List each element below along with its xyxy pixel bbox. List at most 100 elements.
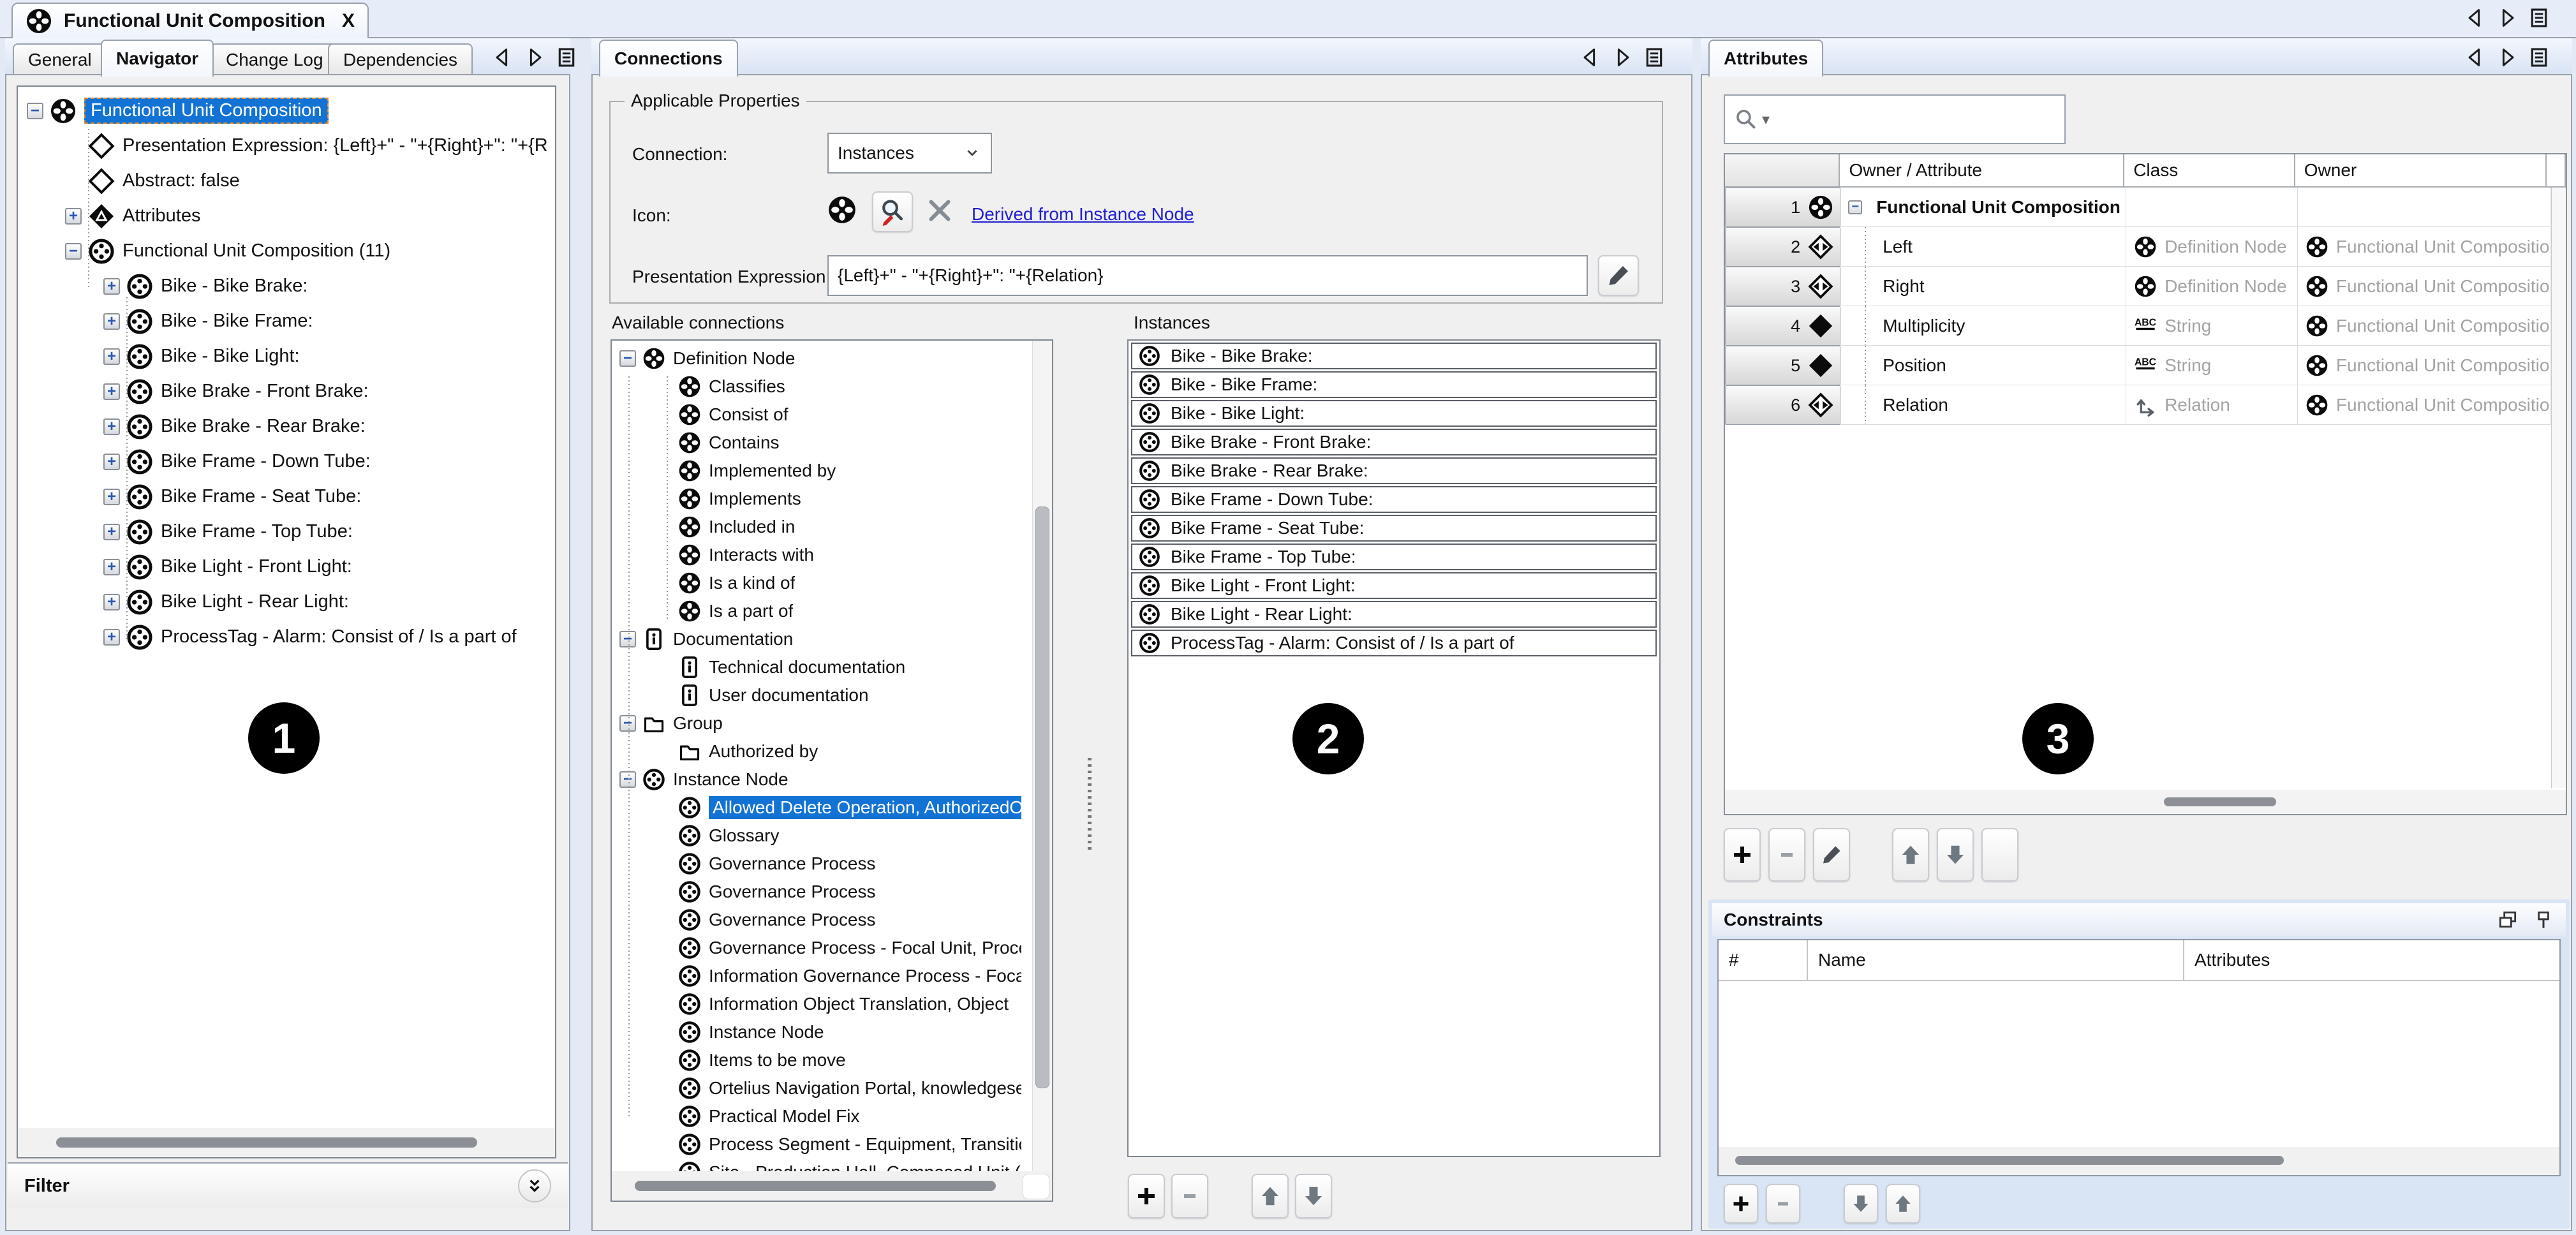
- row-header[interactable]: 2: [1725, 227, 1840, 267]
- tree-expander-plus-icon[interactable]: +: [103, 348, 120, 365]
- tab-list-icon[interactable]: [2528, 6, 2550, 29]
- constraint-move-up-button[interactable]: [1886, 1184, 1920, 1224]
- column-header-owner[interactable]: Owner: [2295, 154, 2547, 188]
- tree-expander-minus-icon[interactable]: −: [27, 103, 43, 119]
- lists-splitter[interactable]: [1088, 758, 1092, 854]
- tree-expander-plus-icon[interactable]: +: [65, 208, 82, 225]
- tree-item[interactable]: Process Segment - Equipment, Transition: [612, 1130, 1021, 1158]
- tree-item[interactable]: Presentation Expression: {Left}+" - "+{R…: [18, 128, 555, 163]
- column-header-attributes[interactable]: Attributes: [2184, 940, 2559, 980]
- tree-expander-plus-icon[interactable]: +: [103, 383, 120, 400]
- tree-item[interactable]: +ProcessTag - Alarm: Consist of / Is a p…: [18, 619, 555, 654]
- pin-icon[interactable]: [2533, 909, 2554, 931]
- cell-owner[interactable]: Functional Unit Composition: [2298, 227, 2550, 267]
- filter-expand-button[interactable]: [518, 1169, 551, 1202]
- derived-from-instance-node-link[interactable]: Derived from Instance Node: [972, 204, 1194, 225]
- row-header[interactable]: 3: [1725, 267, 1840, 306]
- tree-expander-minus-icon[interactable]: −: [65, 243, 82, 260]
- tree-item[interactable]: +Bike Brake - Front Brake:: [18, 374, 555, 409]
- column-header-name[interactable]: Name: [1808, 940, 2184, 980]
- icon-clear-icon[interactable]: [924, 195, 955, 226]
- cell-owner[interactable]: Functional Unit Composition: [2298, 385, 2550, 425]
- instance-row[interactable]: Bike Light - Front Light:: [1131, 572, 1657, 599]
- cell-owner-attribute[interactable]: Multiplicity: [1840, 306, 2126, 346]
- restore-icon[interactable]: [2497, 909, 2519, 931]
- tree-item[interactable]: Information Governance Process - Focal U: [612, 962, 1021, 990]
- instances-move-down-button[interactable]: [1295, 1174, 1332, 1218]
- cell-class[interactable]: ABCString: [2126, 306, 2298, 346]
- cell-owner-attribute[interactable]: Position: [1840, 346, 2126, 385]
- instance-row[interactable]: ProcessTag - Alarm: Consist of / Is a pa…: [1131, 630, 1657, 656]
- tab-change-log[interactable]: Change Log: [211, 43, 339, 75]
- tree-expander-plus-icon[interactable]: +: [103, 489, 120, 505]
- presentation-expression-input[interactable]: {Left}+" - "+{Right}+": "+{Relation}: [827, 255, 1588, 296]
- cell-class[interactable]: [2126, 188, 2298, 227]
- cell-class[interactable]: Definition Node: [2126, 227, 2298, 267]
- instance-row[interactable]: Bike Brake - Rear Brake:: [1131, 457, 1657, 484]
- icon-picker-button[interactable]: [872, 191, 913, 232]
- cell-class[interactable]: ABCString: [2126, 346, 2298, 385]
- tree-item[interactable]: +Bike Brake - Rear Brake:: [18, 409, 555, 444]
- attribute-row[interactable]: 3RightDefinition NodeFunctional Unit Com…: [1725, 267, 2566, 306]
- instances-move-up-button[interactable]: [1252, 1174, 1289, 1218]
- tree-expander-minus-icon[interactable]: −: [619, 771, 636, 788]
- cell-owner-attribute[interactable]: −Functional Unit Composition: [1840, 188, 2126, 227]
- tree-item[interactable]: Is a part of: [612, 597, 1021, 625]
- attribute-edit-button[interactable]: [1813, 828, 1850, 882]
- tree-item[interactable]: −Functional Unit Composition: [18, 93, 555, 128]
- instances-add-button[interactable]: [1128, 1174, 1165, 1218]
- instance-row[interactable]: Bike Frame - Top Tube:: [1131, 544, 1657, 570]
- instance-row[interactable]: Bike Light - Rear Light:: [1131, 601, 1657, 628]
- tree-expander-minus-icon[interactable]: −: [619, 350, 636, 367]
- cell-owner-attribute[interactable]: Relation: [1840, 385, 2126, 425]
- attributes-grid-hscrollbar[interactable]: [1725, 790, 2566, 814]
- attribute-row[interactable]: 5PositionABCStringFunctional Unit Compos…: [1725, 346, 2566, 385]
- available-connections-hscrollbar[interactable]: [612, 1171, 1052, 1201]
- tree-expander-plus-icon[interactable]: +: [103, 454, 120, 470]
- tree-item[interactable]: +Bike - Bike Light:: [18, 339, 555, 374]
- tree-expander-plus-icon[interactable]: +: [103, 594, 120, 610]
- window-tab[interactable]: Functional Unit Composition X: [11, 3, 369, 38]
- tree-item[interactable]: Authorized by: [612, 737, 1021, 765]
- nav-forward-icon[interactable]: [2496, 6, 2519, 29]
- tree-item[interactable]: +Bike - Bike Brake:: [18, 269, 555, 304]
- tree-item[interactable]: −Documentation: [612, 625, 1021, 653]
- tree-item[interactable]: Governance Process - Focal Unit, Process: [612, 934, 1021, 962]
- tree-item[interactable]: +Bike Frame - Down Tube:: [18, 444, 555, 479]
- tree-item[interactable]: Information Object Translation, Object: [612, 990, 1021, 1018]
- column-header-class[interactable]: Class: [2124, 154, 2295, 188]
- nav-back-icon[interactable]: [2464, 46, 2487, 69]
- tree-item[interactable]: Glossary: [612, 822, 1021, 850]
- grid-expander-minus-icon[interactable]: −: [1848, 200, 1862, 214]
- tree-expander-plus-icon[interactable]: +: [103, 278, 120, 295]
- tree-item[interactable]: Governance Process: [612, 878, 1021, 906]
- attributes-search-input[interactable]: ▾: [1724, 94, 2066, 144]
- window-close-icon[interactable]: X: [342, 10, 355, 32]
- tab-list-icon[interactable]: [2528, 46, 2550, 69]
- attributes-grid-vscrollbar[interactable]: [2551, 188, 2566, 788]
- filter-bar[interactable]: Filter: [8, 1162, 568, 1208]
- cell-owner-attribute[interactable]: Right: [1840, 267, 2126, 306]
- constraint-add-button[interactable]: [1724, 1184, 1758, 1224]
- tree-item[interactable]: Items to be move: [612, 1046, 1021, 1074]
- instance-row[interactable]: Bike - Bike Light:: [1131, 400, 1657, 427]
- navigator-tree-hscrollbar[interactable]: [18, 1128, 555, 1157]
- tree-item[interactable]: Abstract: false: [18, 163, 555, 198]
- tree-item[interactable]: −Definition Node: [612, 344, 1021, 373]
- nav-back-icon[interactable]: [491, 46, 514, 69]
- tab-general[interactable]: General: [13, 43, 107, 75]
- tree-expander-plus-icon[interactable]: +: [103, 524, 120, 540]
- instance-row[interactable]: Bike - Bike Frame:: [1131, 371, 1657, 398]
- instance-row[interactable]: Bike - Bike Brake:: [1131, 343, 1657, 369]
- tree-item[interactable]: Instance Node: [612, 1018, 1021, 1046]
- attribute-remove-button[interactable]: [1768, 828, 1805, 882]
- tab-list-icon[interactable]: [555, 46, 578, 69]
- tree-item[interactable]: +Bike - Bike Frame:: [18, 304, 555, 339]
- attribute-move-up-button[interactable]: [1892, 828, 1929, 882]
- tree-item[interactable]: −Instance Node: [612, 765, 1021, 794]
- tree-expander-plus-icon[interactable]: +: [103, 313, 120, 330]
- tree-item[interactable]: −Group: [612, 709, 1021, 737]
- tree-expander-plus-icon[interactable]: +: [103, 629, 120, 646]
- instance-row[interactable]: Bike Frame - Down Tube:: [1131, 486, 1657, 513]
- cell-owner-attribute[interactable]: Left: [1840, 227, 2126, 267]
